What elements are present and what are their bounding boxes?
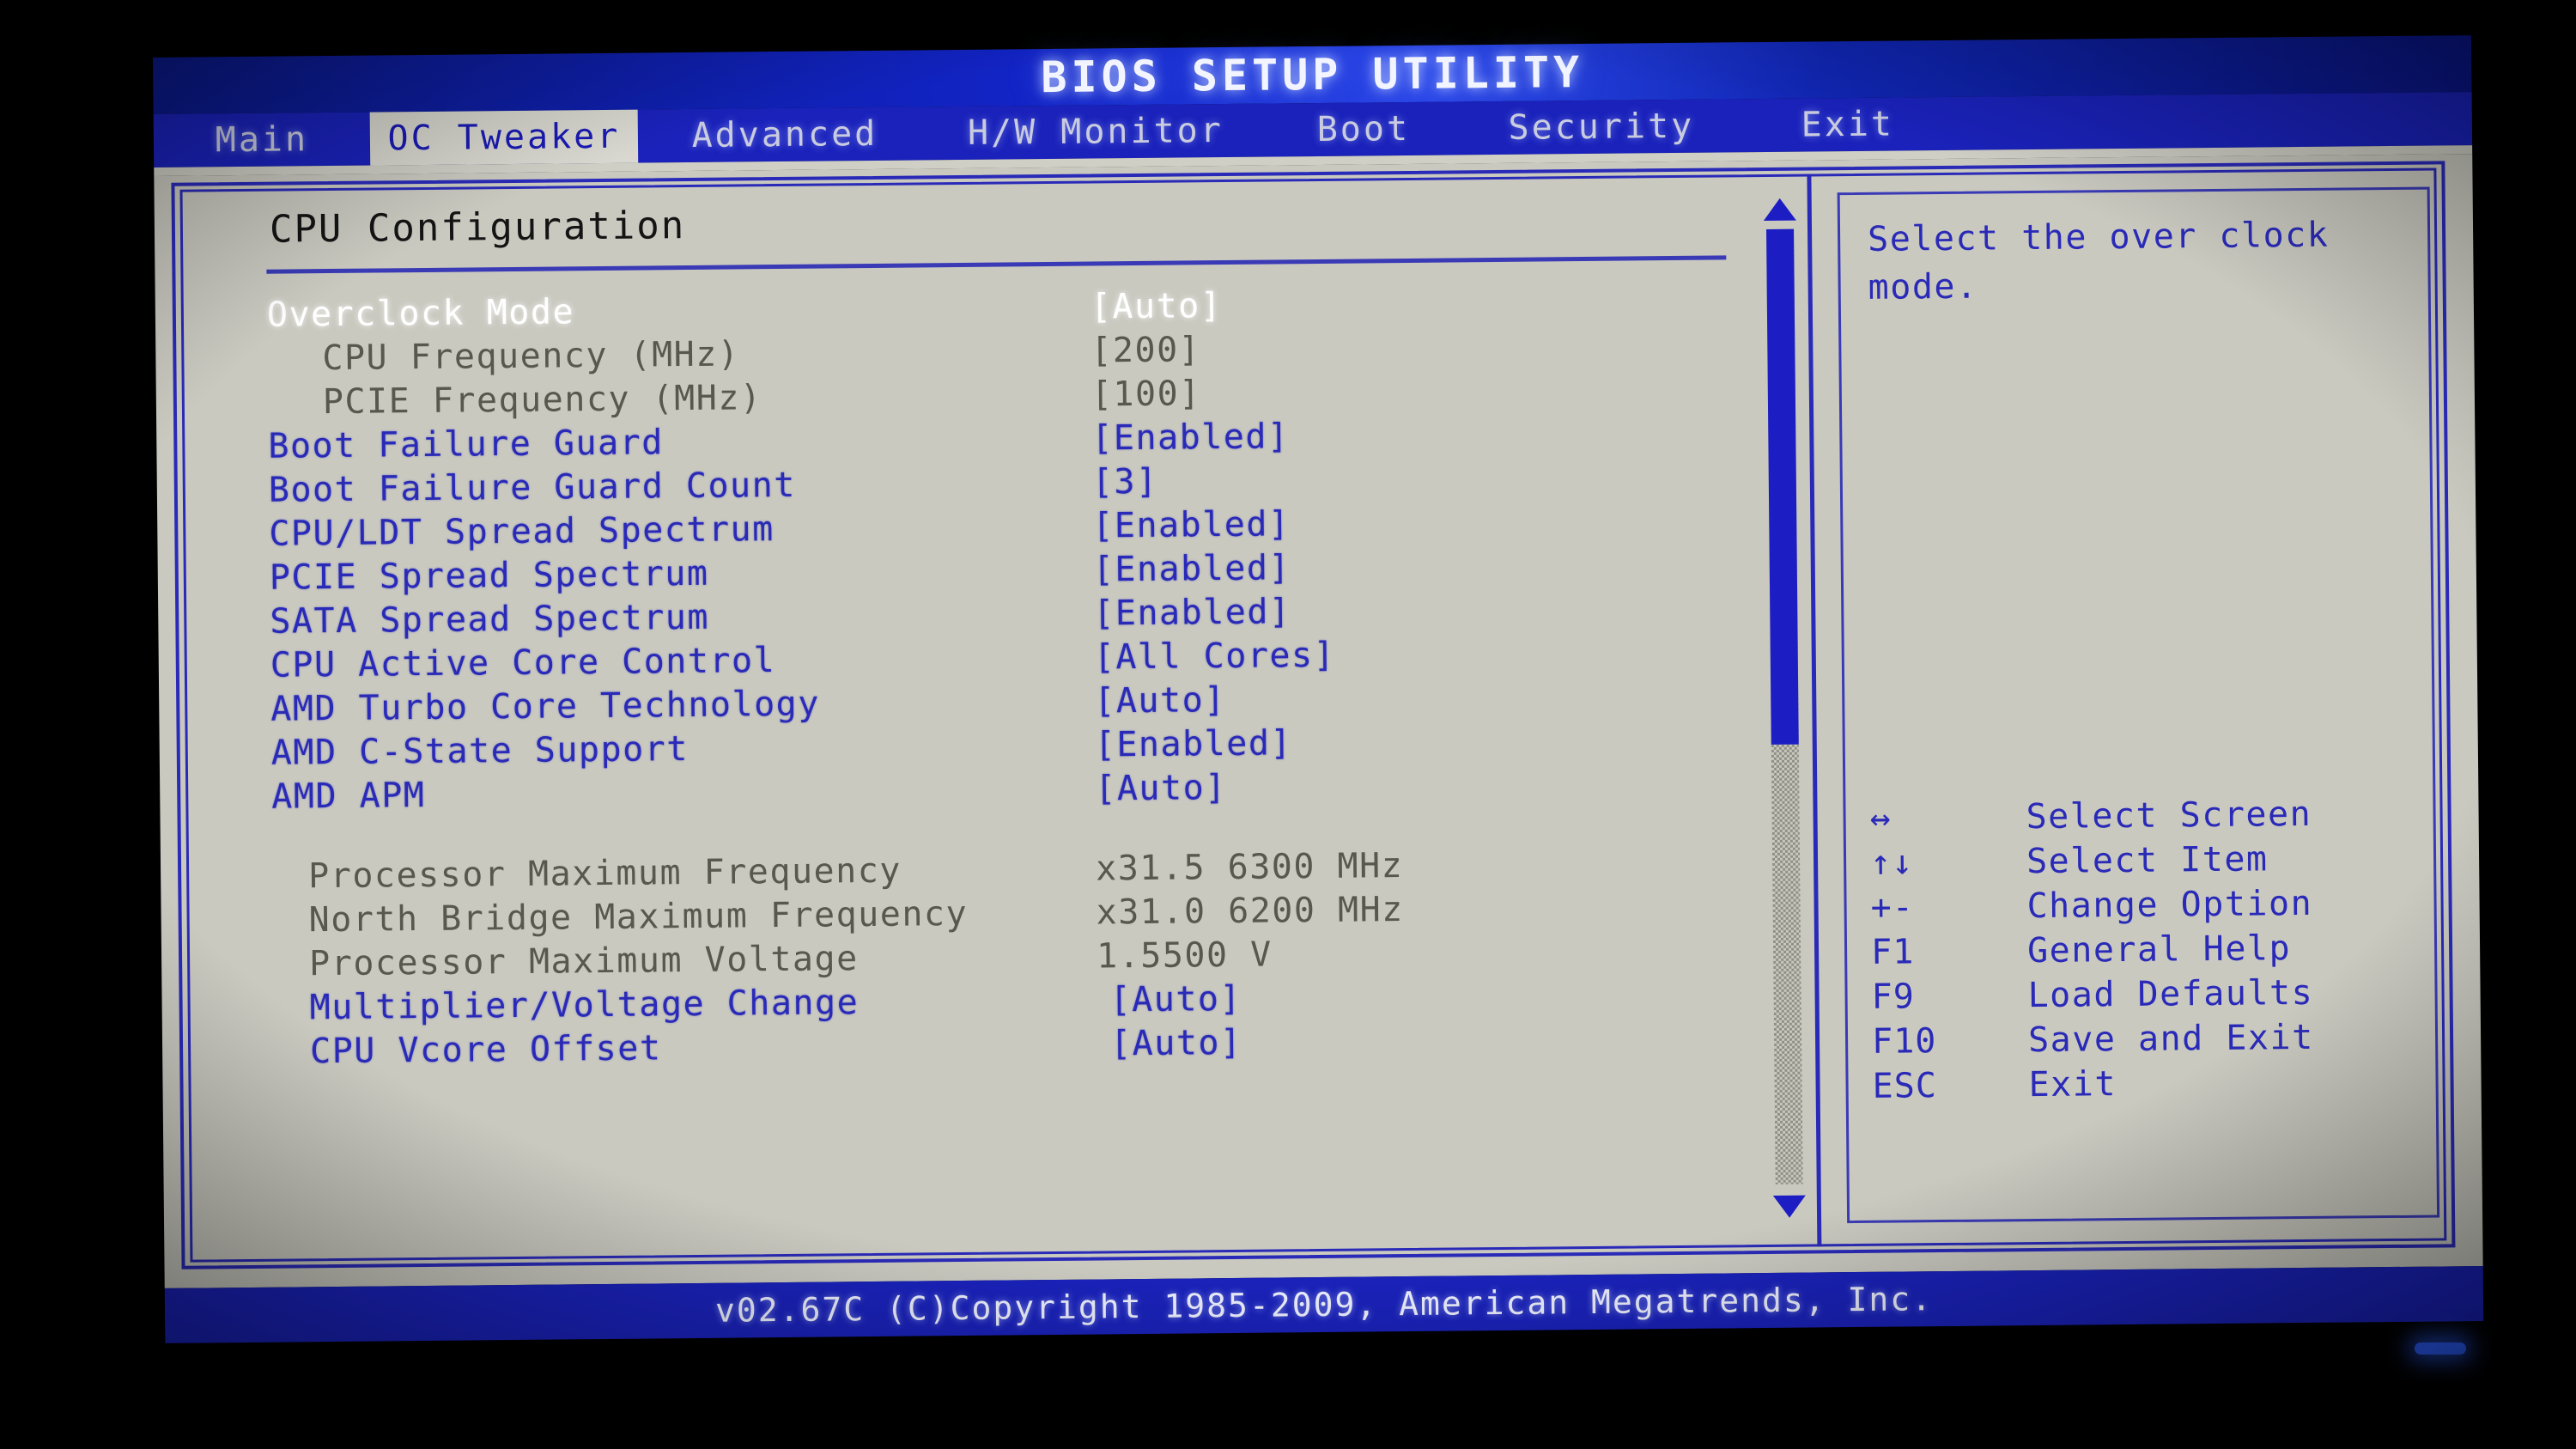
legend-description: Load Defaults bbox=[2027, 972, 2314, 1016]
legend-key: ↑↓ bbox=[1869, 843, 1914, 883]
setting-value[interactable]: [Auto] bbox=[1091, 284, 1223, 329]
setting-label: PCIE Frequency (MHz) bbox=[322, 378, 762, 423]
setting-label: AMD APM bbox=[271, 775, 426, 817]
legend-description: Save and Exit bbox=[2027, 1017, 2314, 1061]
legend-key: ESC bbox=[1872, 1066, 1938, 1106]
console-body: CPU Configuration Overclock Mode [Auto] CP… bbox=[154, 154, 2483, 1288]
setting-value[interactable]: [Enabled] bbox=[1093, 590, 1291, 636]
legend-row: ↔ Select Screen bbox=[1869, 791, 2419, 841]
menu-tab-label: Exit bbox=[1801, 104, 1895, 145]
menu-tab-boot[interactable]: Boot bbox=[1260, 101, 1468, 156]
setting-value[interactable]: [Auto] bbox=[1094, 679, 1226, 723]
setting-value[interactable]: 1.5500 V bbox=[1097, 934, 1273, 979]
legend-description: Exit bbox=[2028, 1064, 2117, 1105]
setting-label: CPU Vcore Offset bbox=[309, 1028, 662, 1072]
page-title-text: BIOS SETUP UTILITY bbox=[1041, 47, 1584, 103]
legend-description: Select Item bbox=[2026, 839, 2269, 882]
setting-label: Boot Failure Guard bbox=[268, 423, 665, 466]
menu-tab-label: Main bbox=[215, 119, 309, 161]
setting-label: CPU/LDT Spread Spectrum bbox=[269, 509, 775, 554]
setting-label: PCIE Spread Spectrum bbox=[269, 553, 709, 598]
setting-label: Multiplier/Voltage Change bbox=[309, 983, 860, 1028]
setting-label: Overclock Mode bbox=[266, 292, 575, 335]
menu-tab-security[interactable]: Security bbox=[1467, 99, 1736, 155]
power-led-indicator bbox=[2415, 1342, 2466, 1355]
setting-label: North Bridge Maximum Frequency bbox=[308, 893, 969, 941]
setting-label: Processor Maximum Frequency bbox=[307, 850, 902, 897]
legend-row: +- Change Option bbox=[1870, 880, 2420, 930]
legend-row: F1 General Help bbox=[1871, 925, 2421, 975]
setting-value[interactable]: [Auto] bbox=[1110, 1021, 1242, 1066]
menu-tab-h-w-monitor[interactable]: H/W Monitor bbox=[932, 104, 1261, 161]
setting-value[interactable]: [All Cores] bbox=[1094, 634, 1336, 680]
legend-row: F9 Load Defaults bbox=[1871, 970, 2421, 1020]
setting-value[interactable]: [Auto] bbox=[1095, 766, 1227, 811]
legend-row: ↑↓ Select Item bbox=[1870, 836, 2420, 886]
setting-value[interactable]: [Enabled] bbox=[1095, 721, 1293, 767]
menu-tab-label: Security bbox=[1508, 106, 1695, 148]
menu-tab-label: OC Tweaker bbox=[387, 116, 621, 159]
copyright-text: v02.67C (C)Copyright 1985-2009, American… bbox=[714, 1280, 1934, 1330]
setting-value[interactable]: [200] bbox=[1091, 328, 1200, 373]
setting-label: Boot Failure Guard Count bbox=[268, 465, 797, 510]
legend-key: +- bbox=[1870, 887, 1915, 928]
setting-label: CPU Active Core Control bbox=[270, 641, 776, 685]
setting-value[interactable]: [3] bbox=[1092, 460, 1158, 505]
legend-key: F10 bbox=[1871, 1021, 1937, 1062]
legend-row: ESC Exit bbox=[1872, 1059, 2421, 1109]
legend-key: F9 bbox=[1871, 977, 1915, 1017]
section-title: CPU Configuration bbox=[269, 204, 686, 252]
help-text: Select the over clock mode. bbox=[1867, 215, 2330, 307]
legend-key: ↔ bbox=[1869, 798, 1892, 838]
scroll-up-arrow-icon[interactable] bbox=[1763, 195, 1796, 224]
menu-tab-advanced[interactable]: Advanced bbox=[638, 107, 933, 162]
setting-value[interactable]: [Enabled] bbox=[1092, 502, 1291, 548]
menu-tab-label: Boot bbox=[1316, 108, 1411, 149]
menu-tab-main[interactable]: Main bbox=[154, 113, 371, 167]
monitor-bezel: BIOS SETUP UTILITY Main OC Tweaker Advance… bbox=[0, 0, 2576, 1449]
legend-description: Change Option bbox=[2026, 883, 2313, 927]
setting-label: SATA Spread Spectrum bbox=[270, 597, 710, 642]
legend-description: General Help bbox=[2026, 928, 2292, 971]
settings-pane: CPU Configuration Overclock Mode [Auto] CP… bbox=[192, 185, 1761, 1249]
setting-label: CPU Frequency (MHz) bbox=[322, 334, 740, 379]
setting-value[interactable]: [Enabled] bbox=[1091, 415, 1290, 460]
setting-value[interactable]: [100] bbox=[1091, 372, 1201, 417]
legend-key: F1 bbox=[1870, 932, 1915, 972]
setting-value[interactable]: x31.0 6200 MHz bbox=[1096, 888, 1404, 935]
setting-label: AMD C-State Support bbox=[270, 729, 690, 773]
legend-row: F10 Save and Exit bbox=[1872, 1014, 2421, 1064]
key-legend-list: ↔ Select Screen ↑↓ Select Item +- Change Opti… bbox=[1869, 791, 2421, 1109]
legend-description: Select Screen bbox=[2026, 794, 2312, 837]
setting-value[interactable]: [Enabled] bbox=[1093, 546, 1291, 592]
scroll-down-arrow-icon[interactable] bbox=[1772, 1192, 1807, 1221]
menu-tab-label: H/W Monitor bbox=[967, 111, 1224, 153]
setting-label: Processor Maximum Voltage bbox=[308, 939, 859, 984]
menu-tab-label: Advanced bbox=[691, 113, 878, 155]
section-title-divider bbox=[266, 255, 1727, 274]
bios-screen: BIOS SETUP UTILITY Main OC Tweaker Advance… bbox=[152, 4, 2484, 1349]
menu-tab-exit[interactable]: Exit bbox=[1735, 97, 1961, 153]
scrollbar-thumb[interactable] bbox=[1766, 228, 1799, 745]
setting-value[interactable]: x31.5 6300 MHz bbox=[1096, 844, 1404, 891]
setting-value[interactable]: [Auto] bbox=[1109, 977, 1242, 1022]
menu-tab-oc-tweaker[interactable]: OC Tweaker bbox=[369, 109, 639, 166]
setting-label: AMD Turbo Core Technology bbox=[270, 684, 821, 729]
settings-row-list: Overclock Mode [Auto] CPU Frequency (MHz) [… bbox=[193, 279, 1759, 1075]
help-pane: Select the over clock mode. ↔ Select Scre… bbox=[1837, 186, 2440, 1224]
